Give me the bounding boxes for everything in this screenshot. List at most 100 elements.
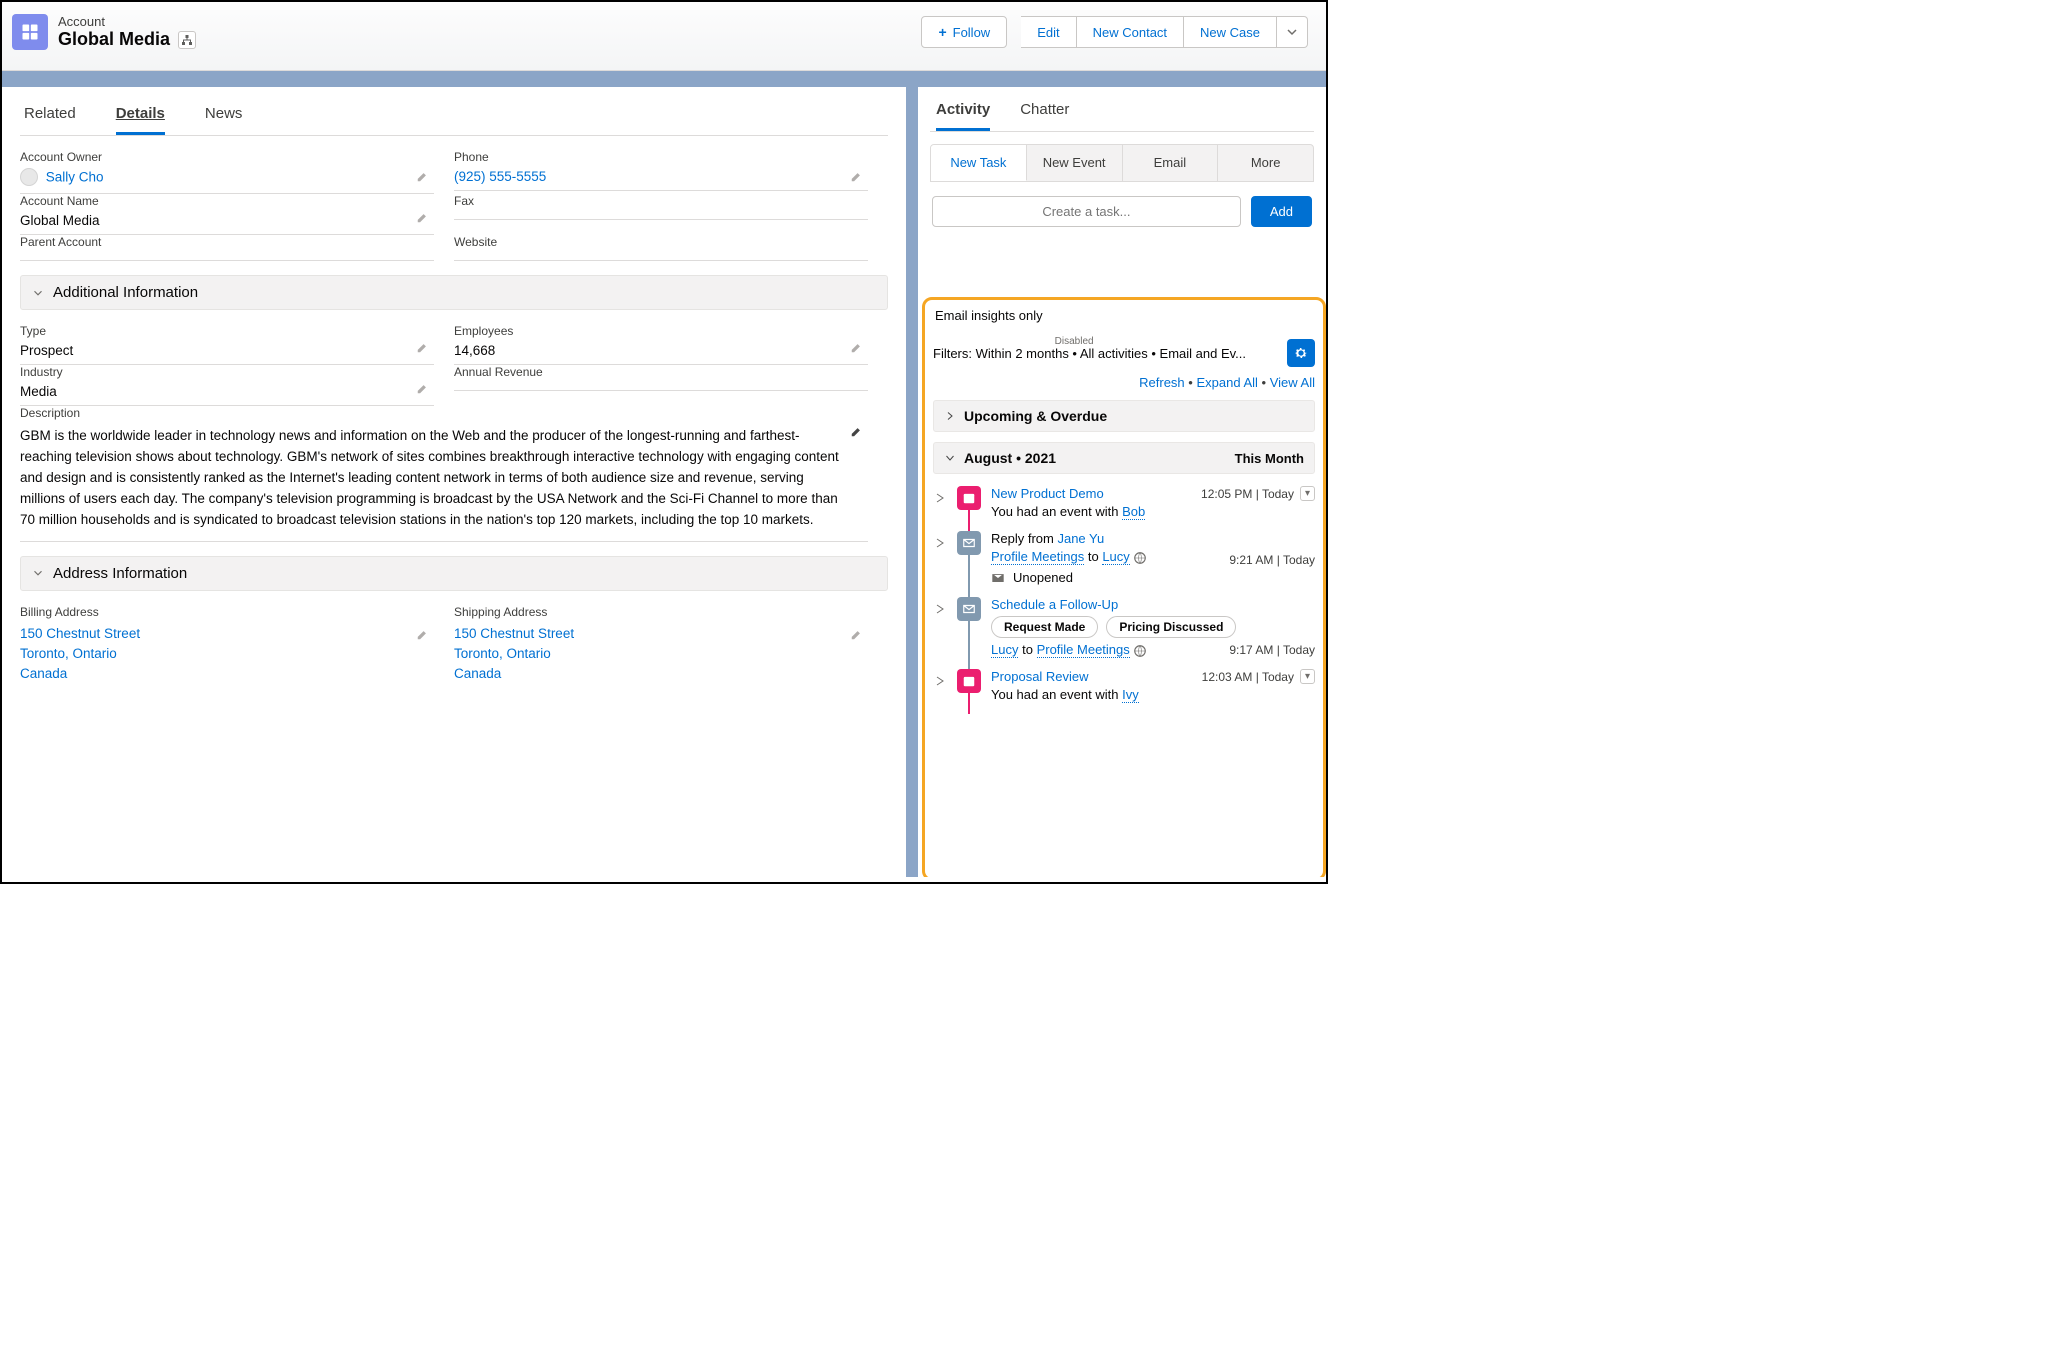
timeline: New Product Demo You had an event with B… bbox=[933, 480, 1315, 708]
field-label: Annual Revenue bbox=[454, 365, 868, 379]
item-menu[interactable]: ▾ bbox=[1300, 486, 1315, 501]
from-link[interactable]: Lucy bbox=[991, 642, 1018, 658]
chip[interactable]: Request Made bbox=[991, 616, 1098, 638]
calendar-icon bbox=[957, 486, 981, 510]
chevron-down-icon bbox=[1287, 27, 1297, 37]
tab-chatter[interactable]: Chatter bbox=[1020, 101, 1069, 131]
section-additional[interactable]: Additional Information bbox=[20, 275, 888, 310]
create-task-input[interactable] bbox=[932, 196, 1241, 227]
timeline-item: Reply from Jane Yu Profile Meetings to L… bbox=[933, 525, 1315, 591]
globe-icon bbox=[1133, 549, 1147, 563]
timeline-connector bbox=[968, 693, 970, 714]
tab-email[interactable]: Email bbox=[1123, 145, 1219, 181]
email-icon bbox=[957, 531, 981, 555]
toggle-state: Disabled bbox=[1055, 336, 1094, 347]
edit-description-icon[interactable] bbox=[850, 424, 864, 445]
edit-industry-icon[interactable] bbox=[416, 381, 430, 398]
edit-button[interactable]: Edit bbox=[1021, 16, 1076, 48]
activity-title[interactable]: Schedule a Follow-Up bbox=[991, 597, 1118, 612]
field-label: Fax bbox=[454, 194, 868, 208]
mail-closed-icon bbox=[991, 571, 1005, 585]
tab-details[interactable]: Details bbox=[116, 105, 165, 135]
billing-address[interactable]: 150 Chestnut Street Toronto, Ontario Can… bbox=[20, 621, 434, 691]
unopened-label: Unopened bbox=[1013, 570, 1073, 585]
main-tabs: Related Details News bbox=[20, 97, 888, 136]
entity-label: Account bbox=[58, 14, 196, 29]
field-label: Type bbox=[20, 324, 434, 338]
activity-title[interactable]: Jane Yu bbox=[1057, 531, 1104, 546]
hierarchy-icon[interactable] bbox=[178, 31, 196, 49]
person-link[interactable]: Bob bbox=[1122, 504, 1145, 520]
field-label: Employees bbox=[454, 324, 868, 338]
section-address[interactable]: Address Information bbox=[20, 556, 888, 591]
activity-title[interactable]: Proposal Review bbox=[991, 669, 1089, 684]
decorative-band bbox=[2, 71, 1326, 87]
refresh-link[interactable]: Refresh bbox=[1139, 375, 1185, 390]
timeline-item: Proposal Review You had an event with Iv… bbox=[933, 663, 1315, 708]
field-label: Phone bbox=[454, 150, 868, 164]
expand-item[interactable] bbox=[933, 597, 947, 617]
activity-time: 12:05 PM | Today bbox=[1201, 487, 1294, 501]
edit-billing-icon[interactable] bbox=[416, 627, 430, 644]
expand-item[interactable] bbox=[933, 531, 947, 551]
plus-icon: + bbox=[938, 24, 946, 40]
fax-value bbox=[454, 210, 868, 220]
new-case-button[interactable]: New Case bbox=[1184, 16, 1277, 48]
avatar-icon bbox=[20, 168, 38, 186]
edit-phone-icon[interactable] bbox=[850, 169, 864, 186]
person-link[interactable]: Ivy bbox=[1122, 687, 1139, 703]
tab-new-event[interactable]: New Event bbox=[1027, 145, 1123, 181]
phone-value[interactable]: (925) 555-5555 bbox=[454, 166, 868, 191]
edit-type-icon[interactable] bbox=[416, 340, 430, 357]
field-label: Description bbox=[20, 406, 868, 420]
tab-activity[interactable]: Activity bbox=[936, 101, 990, 131]
from-link[interactable]: Profile Meetings bbox=[991, 549, 1084, 565]
activity-time: 9:17 AM | Today bbox=[1229, 643, 1315, 657]
page-header: Account Global Media + Follow Edit New C… bbox=[2, 2, 1326, 71]
field-label: Industry bbox=[20, 365, 434, 379]
add-task-button[interactable]: Add bbox=[1251, 196, 1312, 227]
globe-icon bbox=[1133, 642, 1147, 656]
expand-item[interactable] bbox=[933, 486, 947, 506]
to-link[interactable]: Profile Meetings bbox=[1037, 642, 1130, 658]
side-tabs: Activity Chatter bbox=[930, 97, 1314, 132]
tab-related[interactable]: Related bbox=[24, 105, 76, 135]
employees-value: 14,668 bbox=[454, 340, 868, 365]
activity-time: 12:03 AM | Today bbox=[1202, 670, 1294, 684]
account-owner-value[interactable]: Sally Cho bbox=[20, 166, 434, 194]
view-all-link[interactable]: View All bbox=[1270, 375, 1315, 390]
gear-icon bbox=[1293, 345, 1309, 361]
group-upcoming[interactable]: Upcoming & Overdue bbox=[933, 400, 1315, 432]
group-month[interactable]: August • 2021 This Month bbox=[933, 442, 1315, 474]
edit-name-icon[interactable] bbox=[416, 210, 430, 227]
revenue-value bbox=[454, 381, 868, 391]
website-value bbox=[454, 251, 868, 261]
shipping-address[interactable]: 150 Chestnut Street Toronto, Ontario Can… bbox=[454, 621, 868, 691]
main-panel: Related Details News Account Owner Sally… bbox=[2, 87, 906, 877]
filters-text: Filters: Within 2 months • All activitie… bbox=[933, 346, 1246, 361]
field-label: Shipping Address bbox=[454, 605, 868, 619]
activity-title[interactable]: New Product Demo bbox=[991, 486, 1104, 501]
expand-item[interactable] bbox=[933, 669, 947, 689]
chip[interactable]: Pricing Discussed bbox=[1106, 616, 1236, 638]
new-contact-button[interactable]: New Contact bbox=[1077, 16, 1184, 48]
item-menu[interactable]: ▾ bbox=[1300, 669, 1315, 684]
field-label: Website bbox=[454, 235, 868, 249]
tab-news[interactable]: News bbox=[205, 105, 243, 135]
activity-time: 9:21 AM | Today bbox=[1229, 553, 1315, 567]
filter-settings-button[interactable] bbox=[1287, 339, 1315, 367]
tab-new-task[interactable]: New Task bbox=[931, 145, 1027, 181]
page-title: Global Media bbox=[58, 29, 170, 50]
to-link[interactable]: Lucy bbox=[1102, 549, 1129, 565]
tab-more[interactable]: More bbox=[1218, 145, 1313, 181]
expand-all-link[interactable]: Expand All bbox=[1196, 375, 1257, 390]
email-icon bbox=[957, 597, 981, 621]
edit-owner-icon[interactable] bbox=[416, 169, 430, 186]
field-label: Billing Address bbox=[20, 605, 434, 619]
description-value: GBM is the worldwide leader in technolog… bbox=[20, 422, 868, 542]
follow-button[interactable]: + Follow bbox=[921, 16, 1007, 48]
edit-employees-icon[interactable] bbox=[850, 340, 864, 357]
edit-shipping-icon[interactable] bbox=[850, 627, 864, 644]
side-panel: Activity Chatter New Task New Event Emai… bbox=[918, 87, 1326, 877]
more-actions-button[interactable] bbox=[1277, 16, 1308, 48]
